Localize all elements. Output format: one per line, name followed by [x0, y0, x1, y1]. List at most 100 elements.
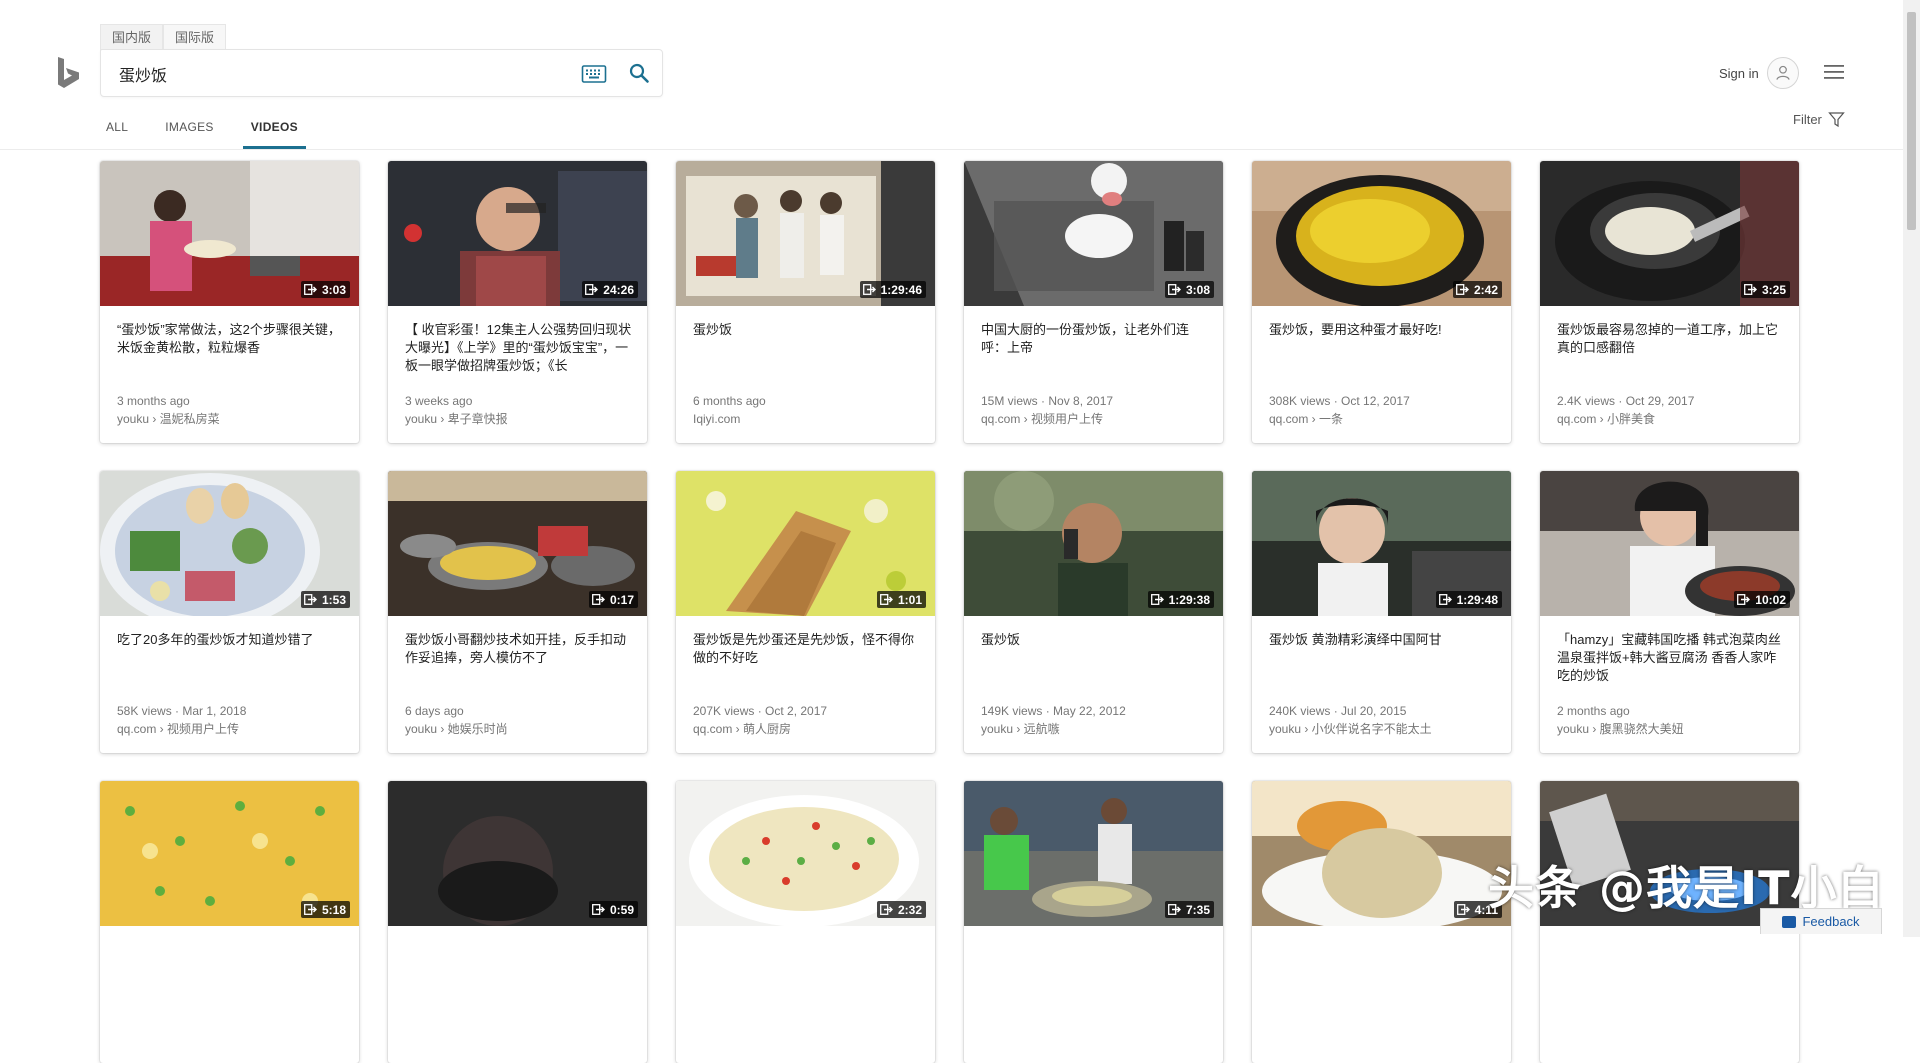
video-thumbnail[interactable]: 24:26 — [388, 161, 647, 306]
video-title[interactable]: 蛋炒饭是先炒蛋还是先炒饭，怪不得你做的不好吃 — [693, 631, 921, 667]
filter-icon — [1828, 112, 1845, 128]
video-thumbnail[interactable]: 0:17 — [388, 471, 647, 616]
video-source: qq.com › 小胖美食 — [1557, 412, 1656, 426]
video-thumbnail[interactable]: 1:29:46 — [676, 161, 935, 306]
video-thumbnail[interactable]: 3:03 — [100, 161, 359, 306]
video-card[interactable]: 10:02 「hamzy」宝藏韩国吃播 韩式泡菜肉丝温泉蛋拌饭+韩大酱豆腐汤 香香… — [1540, 471, 1799, 753]
video-card[interactable]: 0:59 — [388, 781, 647, 1063]
video-title[interactable]: 蛋炒饭，要用这种蛋才最好吃! — [1269, 321, 1497, 339]
video-card[interactable]: 5:18 — [100, 781, 359, 1063]
video-title[interactable]: 【 收官彩蛋！12集主人公强势回归现状大曝光】《上学》里的“蛋炒饭宝宝”，一板一… — [405, 321, 633, 375]
video-title[interactable]: 蛋炒饭最容易忽掉的一道工序，加上它真的口感翻倍 — [1557, 321, 1785, 357]
video-thumbnail[interactable]: 2:32 — [676, 781, 935, 926]
external-play-icon — [304, 594, 317, 605]
video-card[interactable]: 1:29:48 蛋炒饭 黄渤精彩演绎中国阿甘 240K views · Jul 20… — [1252, 471, 1511, 753]
video-thumbnail[interactable]: 7:35 — [964, 781, 1223, 926]
video-card[interactable]: 1:29:38 蛋炒饭 149K views · May 22, 2012 youku… — [964, 471, 1223, 753]
feedback-button[interactable]: Feedback — [1760, 908, 1882, 934]
video-source: qq.com › 视频用户上传 — [117, 722, 240, 736]
video-thumbnail[interactable]: 1:01 — [676, 471, 935, 616]
page-scrollbar[interactable] — [1903, 0, 1920, 937]
video-thumbnail[interactable]: 1:29:48 — [1252, 471, 1511, 616]
external-play-icon — [862, 284, 876, 295]
video-thumbnail[interactable]: 1:29:38 — [964, 471, 1223, 616]
user-avatar-icon[interactable] — [1767, 57, 1799, 89]
video-card[interactable]: 24:26 【 收官彩蛋！12集主人公强势回归现状大曝光】《上学》里的“蛋炒饭宝宝… — [388, 161, 647, 443]
external-play-icon — [1456, 904, 1470, 915]
duration-text: 1:29:48 — [1456, 592, 1498, 607]
tab-all[interactable]: ALL — [104, 112, 130, 149]
filter-label: Filter — [1793, 112, 1822, 127]
feedback-icon — [1782, 915, 1797, 928]
video-title[interactable]: 蛋炒饭 — [693, 321, 921, 339]
video-source: qq.com › 一条 — [1269, 412, 1344, 426]
video-thumbnail[interactable]: 4:11 — [1252, 781, 1511, 926]
video-title[interactable]: 吃了20多年的蛋炒饭才知道炒错了 — [117, 631, 345, 649]
external-play-icon — [585, 284, 599, 295]
video-meta: 6 days ago — [405, 704, 464, 718]
video-thumbnail[interactable]: 10:02 — [1540, 471, 1799, 616]
video-thumbnail[interactable]: 3:25 — [1540, 161, 1799, 306]
filter-button[interactable]: Filter — [1793, 111, 1845, 128]
duration-badge: 1:29:46 — [859, 281, 926, 298]
video-source: youku › 远航嗾 — [981, 722, 1060, 736]
duration-badge: 10:02 — [1734, 591, 1790, 608]
tab-images[interactable]: IMAGES — [163, 112, 215, 149]
video-source: youku › 小伙伴说名字不能太土 — [1269, 722, 1432, 736]
video-title[interactable]: 蛋炒饭小哥翻炒技术如开挂，反手扣动作妥追捧，旁人模仿不了 — [405, 631, 633, 667]
duration-text: 0:59 — [609, 902, 634, 917]
video-card[interactable]: 2:32 — [676, 781, 935, 1063]
video-card[interactable]: 2:42 蛋炒饭，要用这种蛋才最好吃! 308K views · Oct 12, 2… — [1252, 161, 1511, 443]
video-card[interactable]: 3:03 “蛋炒饭”家常做法，这2个步骤很关键，米饭金黄松散，粒粒爆香 3 mont… — [100, 161, 359, 443]
region-tabs: 国内版 国际版 — [100, 24, 227, 51]
duration-badge: 0:17 — [588, 591, 638, 608]
video-thumbnail[interactable]: 2:42 — [1252, 161, 1511, 306]
duration-badge: 2:42 — [1452, 281, 1502, 298]
video-title[interactable]: 蛋炒饭 — [981, 631, 1209, 649]
tab-region-international[interactable]: 国际版 — [163, 24, 227, 51]
external-play-icon — [592, 904, 605, 915]
video-card[interactable]: 0:17 蛋炒饭小哥翻炒技术如开挂，反手扣动作妥追捧，旁人模仿不了 6 days a… — [388, 471, 647, 753]
video-thumbnail[interactable]: 0:59 — [388, 781, 647, 926]
video-card[interactable]: 4:11 — [1252, 781, 1511, 1063]
video-card[interactable]: 3:08 中国大厨的一份蛋炒饭，让老外们连呼：上帝 15M views · Nov … — [964, 161, 1223, 443]
duration-badge: 0:59 — [588, 901, 638, 918]
duration-text: 2:32 — [897, 902, 922, 917]
video-meta: 58K views · Mar 1, 2018 — [117, 704, 247, 718]
duration-text: 0:17 — [609, 592, 634, 607]
video-card[interactable]: 1:01 蛋炒饭是先炒蛋还是先炒饭，怪不得你做的不好吃 207K views · O… — [676, 471, 935, 753]
external-play-icon — [1456, 284, 1469, 295]
video-source: youku › 卑子章快报 — [405, 412, 508, 426]
video-thumbnail[interactable]: 3:08 — [964, 161, 1223, 306]
keyboard-icon[interactable] — [581, 63, 607, 85]
duration-badge: 24:26 — [582, 281, 638, 298]
video-title[interactable]: 蛋炒饭 黄渤精彩演绎中国阿甘 — [1269, 631, 1497, 649]
video-card[interactable]: 1:53 吃了20多年的蛋炒饭才知道炒错了 58K views · Mar 1, 2… — [100, 471, 359, 753]
sign-in-link[interactable]: Sign in — [1719, 66, 1759, 81]
duration-text: 1:53 — [321, 592, 346, 607]
duration-badge: 1:29:48 — [1435, 591, 1502, 608]
duration-text: 1:29:38 — [1168, 592, 1210, 607]
bing-logo-icon[interactable] — [57, 56, 81, 89]
external-play-icon — [1744, 284, 1757, 295]
search-icon[interactable] — [628, 62, 650, 84]
video-card[interactable]: 1:29:46 蛋炒饭 6 months ago Iqiyi.com — [676, 161, 935, 443]
hamburger-menu-icon[interactable] — [1823, 62, 1845, 82]
video-meta: 2 months ago — [1557, 704, 1630, 718]
video-title[interactable]: 中国大厨的一份蛋炒饭，让老外们连呼：上帝 — [981, 321, 1209, 357]
video-card[interactable]: 7:35 — [964, 781, 1223, 1063]
scrollbar-thumb[interactable] — [1907, 12, 1916, 230]
video-title[interactable]: “蛋炒饭”家常做法，这2个步骤很关键，米饭金黄松散，粒粒爆香 — [117, 321, 345, 357]
search-input[interactable] — [119, 62, 559, 86]
video-thumbnail[interactable]: 5:18 — [100, 781, 359, 926]
tab-videos[interactable]: VIDEOS — [242, 112, 306, 149]
tab-region-domestic[interactable]: 国内版 — [100, 24, 164, 51]
video-source: youku › 温妮私房菜 — [117, 412, 220, 426]
video-thumbnail[interactable]: 1:53 — [100, 471, 359, 616]
video-source: qq.com › 视频用户上传 — [981, 412, 1104, 426]
video-title[interactable]: 「hamzy」宝藏韩国吃播 韩式泡菜肉丝温泉蛋拌饭+韩大酱豆腐汤 香香人家咋吃的… — [1557, 631, 1785, 685]
duration-badge: 5:18 — [300, 901, 350, 918]
video-card[interactable]: 3:25 蛋炒饭最容易忽掉的一道工序，加上它真的口感翻倍 2.4K views · … — [1540, 161, 1799, 443]
external-play-icon — [1438, 594, 1452, 605]
external-play-icon — [304, 284, 317, 295]
